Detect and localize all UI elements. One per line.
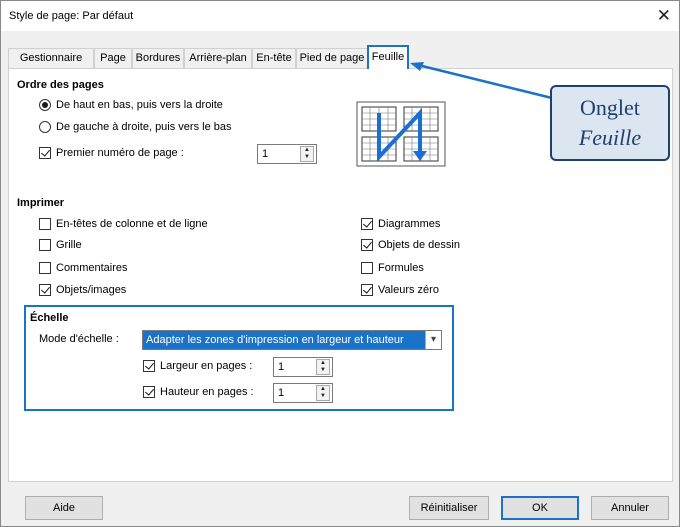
tab-gestionnaire[interactable]: Gestionnaire bbox=[8, 48, 94, 68]
spinner-buttons[interactable]: ▲ ▼ bbox=[300, 146, 314, 162]
print-comments-checkbox[interactable] bbox=[39, 262, 51, 274]
scale-mode-value[interactable]: Adapter les zones d'impression en largeu… bbox=[143, 331, 425, 349]
print-zero-values-option[interactable]: Valeurs zéro bbox=[361, 284, 439, 296]
order-top-down-option[interactable]: De haut en bas, puis vers la droite bbox=[39, 99, 223, 111]
print-charts-option[interactable]: Diagrammes bbox=[361, 218, 440, 230]
print-charts-label: Diagrammes bbox=[378, 218, 441, 230]
height-pages-spinner[interactable]: 1 ▲ ▼ bbox=[273, 383, 333, 403]
print-objects-checkbox[interactable] bbox=[39, 284, 51, 296]
height-pages-label: Hauteur en pages : bbox=[160, 386, 254, 398]
print-headers-option[interactable]: En-têtes de colonne et de ligne bbox=[39, 218, 208, 230]
print-drawings-option[interactable]: Objets de dessin bbox=[361, 239, 460, 251]
window-title: Style de page: Par défaut bbox=[9, 10, 134, 22]
first-page-number-option[interactable]: Premier numéro de page : bbox=[39, 147, 184, 159]
print-drawings-checkbox[interactable] bbox=[361, 239, 373, 251]
reset-button[interactable]: Réinitialiser bbox=[409, 496, 489, 520]
print-zero-values-label: Valeurs zéro bbox=[378, 284, 439, 296]
order-left-right-label: De gauche à droite, puis vers le bas bbox=[56, 121, 232, 133]
page-order-title: Ordre des pages bbox=[17, 79, 104, 91]
page-style-dialog: Style de page: Par défaut ✕ Gestionnaire… bbox=[0, 0, 680, 527]
width-pages-spinner[interactable]: 1 ▲ ▼ bbox=[273, 357, 333, 377]
print-formulas-label: Formules bbox=[378, 262, 424, 274]
first-page-number-label: Premier numéro de page : bbox=[56, 147, 184, 159]
tab-pied-de-page[interactable]: Pied de page bbox=[296, 48, 368, 68]
height-pages-checkbox[interactable] bbox=[143, 386, 155, 398]
order-left-right-option[interactable]: De gauche à droite, puis vers le bas bbox=[39, 121, 232, 133]
print-headers-label: En-têtes de colonne et de ligne bbox=[56, 218, 208, 230]
cancel-button[interactable]: Annuler bbox=[591, 496, 669, 520]
width-pages-checkbox[interactable] bbox=[143, 360, 155, 372]
tab-bordures[interactable]: Bordures bbox=[132, 48, 184, 68]
width-pages-value[interactable]: 1 bbox=[274, 361, 316, 373]
spinner-buttons[interactable]: ▲ ▼ bbox=[316, 359, 330, 375]
tab-arriere-plan[interactable]: Arrière-plan bbox=[184, 48, 252, 68]
width-pages-option[interactable]: Largeur en pages : bbox=[143, 360, 252, 372]
tab-en-tete[interactable]: En-tête bbox=[252, 48, 296, 68]
width-pages-label: Largeur en pages : bbox=[160, 360, 253, 372]
close-icon[interactable]: ✕ bbox=[657, 6, 671, 26]
callout-line2: Feuille bbox=[578, 125, 642, 150]
print-charts-checkbox[interactable] bbox=[361, 218, 373, 230]
radio-left-right[interactable] bbox=[39, 121, 51, 133]
radio-top-down[interactable] bbox=[39, 99, 51, 111]
print-headers-checkbox[interactable] bbox=[39, 218, 51, 230]
print-title: Imprimer bbox=[17, 197, 65, 209]
print-comments-label: Commentaires bbox=[56, 262, 128, 274]
title-bar: Style de page: Par défaut ✕ bbox=[1, 1, 679, 31]
help-button[interactable]: Aide bbox=[25, 496, 103, 520]
page-order-preview-icon bbox=[356, 101, 446, 167]
spinner-buttons[interactable]: ▲ ▼ bbox=[316, 385, 330, 401]
print-formulas-checkbox[interactable] bbox=[361, 262, 373, 274]
first-page-number-value[interactable]: 1 bbox=[258, 148, 300, 160]
order-top-down-label: De haut en bas, puis vers la droite bbox=[56, 99, 223, 111]
first-page-number-spinner[interactable]: 1 ▲ ▼ bbox=[257, 144, 317, 164]
scale-title: Échelle bbox=[30, 312, 69, 324]
ok-button[interactable]: OK bbox=[501, 496, 579, 520]
print-grid-checkbox[interactable] bbox=[39, 239, 51, 251]
scale-mode-dropdown[interactable]: Adapter les zones d'impression en largeu… bbox=[142, 330, 442, 350]
height-pages-value[interactable]: 1 bbox=[274, 387, 316, 399]
print-zero-values-checkbox[interactable] bbox=[361, 284, 373, 296]
print-objects-label: Objets/images bbox=[56, 284, 127, 296]
chevron-down-icon[interactable]: ▾ bbox=[425, 331, 441, 349]
callout-arrow bbox=[410, 62, 557, 101]
print-comments-option[interactable]: Commentaires bbox=[39, 262, 128, 274]
tab-page[interactable]: Page bbox=[94, 48, 132, 68]
tab-feuille[interactable]: Feuille bbox=[367, 45, 409, 69]
callout-feuille-tab: Onglet Feuille bbox=[550, 85, 670, 161]
first-page-number-checkbox[interactable] bbox=[39, 147, 51, 159]
scale-mode-label: Mode d'échelle : bbox=[39, 333, 119, 345]
height-pages-option[interactable]: Hauteur en pages : bbox=[143, 386, 254, 398]
print-objects-option[interactable]: Objets/images bbox=[39, 284, 126, 296]
print-formulas-option[interactable]: Formules bbox=[361, 262, 424, 274]
print-drawings-label: Objets de dessin bbox=[378, 239, 460, 251]
print-grid-label: Grille bbox=[56, 239, 82, 251]
print-grid-option[interactable]: Grille bbox=[39, 239, 82, 251]
callout-line1: Onglet bbox=[580, 95, 640, 120]
